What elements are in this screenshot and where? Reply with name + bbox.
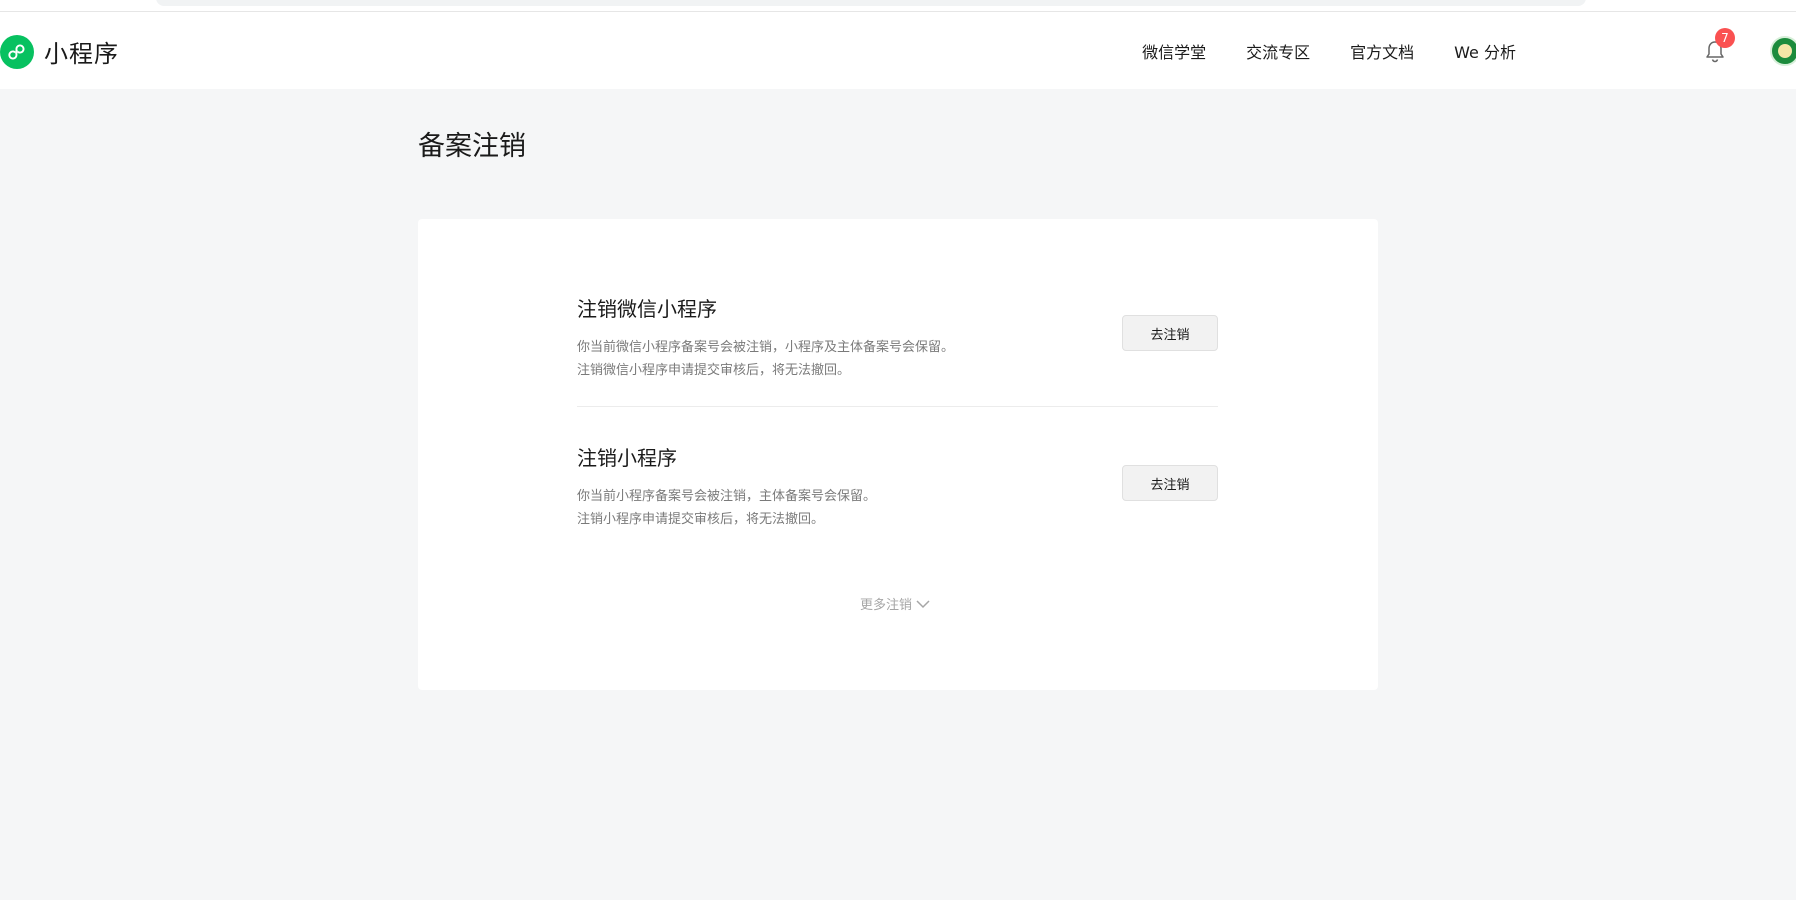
- top-navigation-bar: 小程序 微信学堂 交流专区 官方文档 We 分析 7: [0, 12, 1796, 89]
- nav-item-wechat-academy[interactable]: 微信学堂: [1142, 39, 1206, 63]
- brand-name: 小程序: [44, 40, 119, 68]
- address-bar[interactable]: [156, 0, 1586, 6]
- nav-item-official-docs[interactable]: 官方文档: [1350, 39, 1414, 63]
- link-glyph-icon: [8, 44, 25, 59]
- main-nav: 微信学堂 交流专区 官方文档 We 分析: [1102, 12, 1516, 89]
- deregister-wechat-miniprogram-button[interactable]: 去注销: [1122, 315, 1218, 351]
- mini-program-logo-icon: [0, 34, 34, 69]
- user-avatar[interactable]: [1770, 36, 1796, 66]
- deregistration-card: 注销微信小程序 你当前微信小程序备案号会被注销，小程序及主体备案号会保留。 注销…: [418, 219, 1378, 690]
- section-description-line: 注销小程序申请提交审核后，将无法撤回。: [577, 512, 825, 527]
- more-deregistration-toggle[interactable]: 更多注销: [418, 594, 1378, 613]
- nav-item-community[interactable]: 交流专区: [1246, 39, 1310, 63]
- section-description-line: 注销微信小程序申请提交审核后，将无法撤回。: [577, 363, 851, 378]
- brand-logo[interactable]: 小程序: [0, 34, 119, 69]
- more-deregistration-content: 更多注销: [860, 594, 930, 613]
- nav-item-we-analytics[interactable]: We 分析: [1454, 39, 1516, 63]
- chevron-down-icon: [916, 599, 930, 608]
- deregister-miniprogram-button[interactable]: 去注销: [1122, 465, 1218, 501]
- browser-address-strip: [0, 0, 1796, 12]
- section-divider: [577, 406, 1218, 407]
- notification-count-badge: 7: [1715, 28, 1735, 48]
- more-deregistration-label: 更多注销: [859, 598, 912, 613]
- page-title: 备案注销: [418, 131, 526, 162]
